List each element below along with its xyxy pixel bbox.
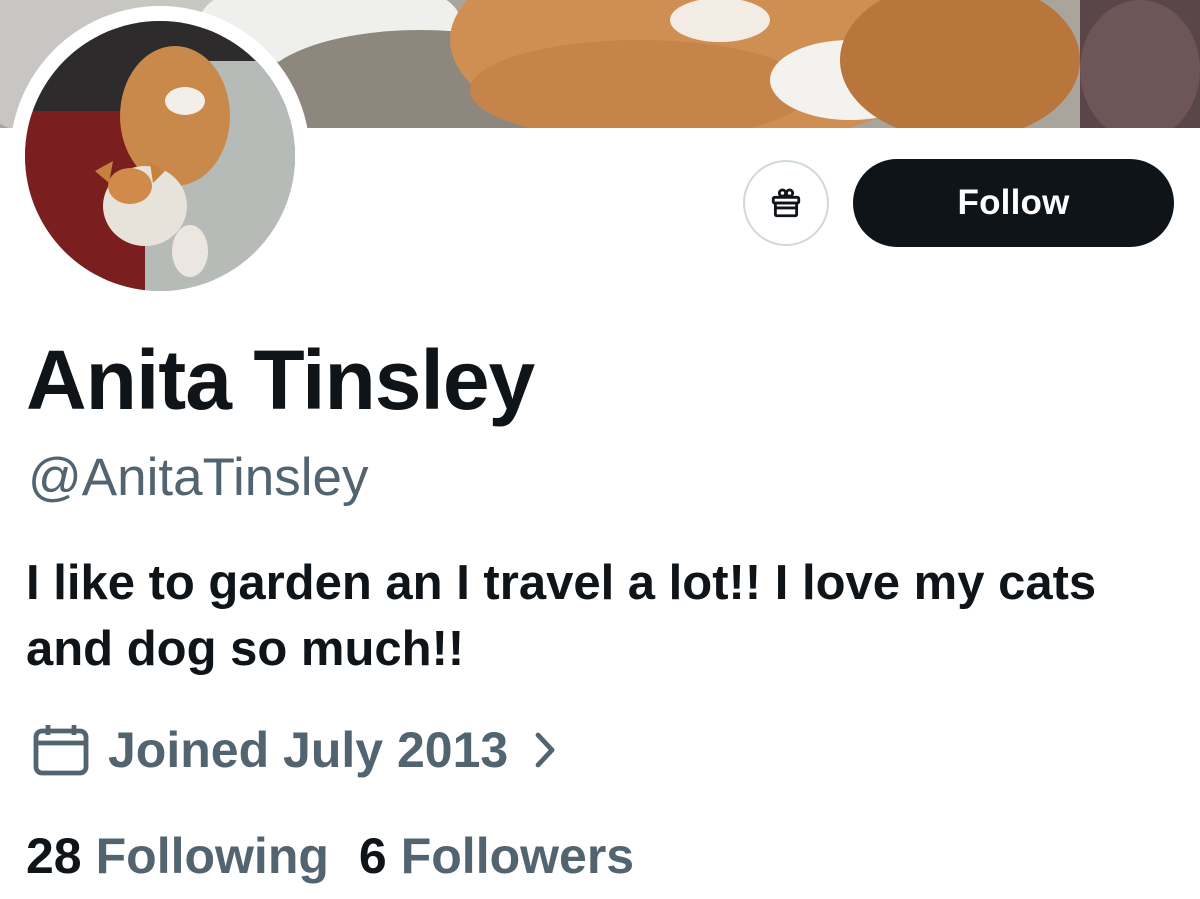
chevron-right-icon bbox=[534, 731, 556, 769]
display-name: Anita Tinsley bbox=[26, 333, 535, 427]
following-label: Following bbox=[95, 828, 329, 884]
following-count: 28 bbox=[26, 828, 82, 884]
followers-label: Followers bbox=[400, 828, 635, 884]
follow-stats: 28 Following 6 Followers bbox=[26, 826, 634, 886]
avatar-image bbox=[25, 21, 295, 291]
gift-button[interactable] bbox=[743, 160, 829, 246]
user-handle: @AnitaTinsley bbox=[28, 448, 369, 507]
profile-bio: I like to garden an I travel a lot!! I l… bbox=[26, 556, 1097, 676]
followers-count: 6 bbox=[358, 828, 387, 884]
joined-date[interactable]: Joined July 2013 bbox=[32, 718, 556, 782]
joined-date-label: Joined July 2013 bbox=[108, 722, 509, 778]
following-link[interactable]: 28 Following bbox=[26, 827, 329, 885]
avatar[interactable] bbox=[25, 21, 295, 291]
follow-button[interactable]: Follow bbox=[853, 159, 1174, 247]
profile-page: Follow Anita Tinsley @AnitaTinsley I lik… bbox=[0, 0, 1200, 899]
calendar-icon bbox=[33, 725, 89, 776]
followers-link[interactable]: 6 Followers bbox=[359, 827, 634, 885]
gift-icon bbox=[771, 188, 801, 218]
